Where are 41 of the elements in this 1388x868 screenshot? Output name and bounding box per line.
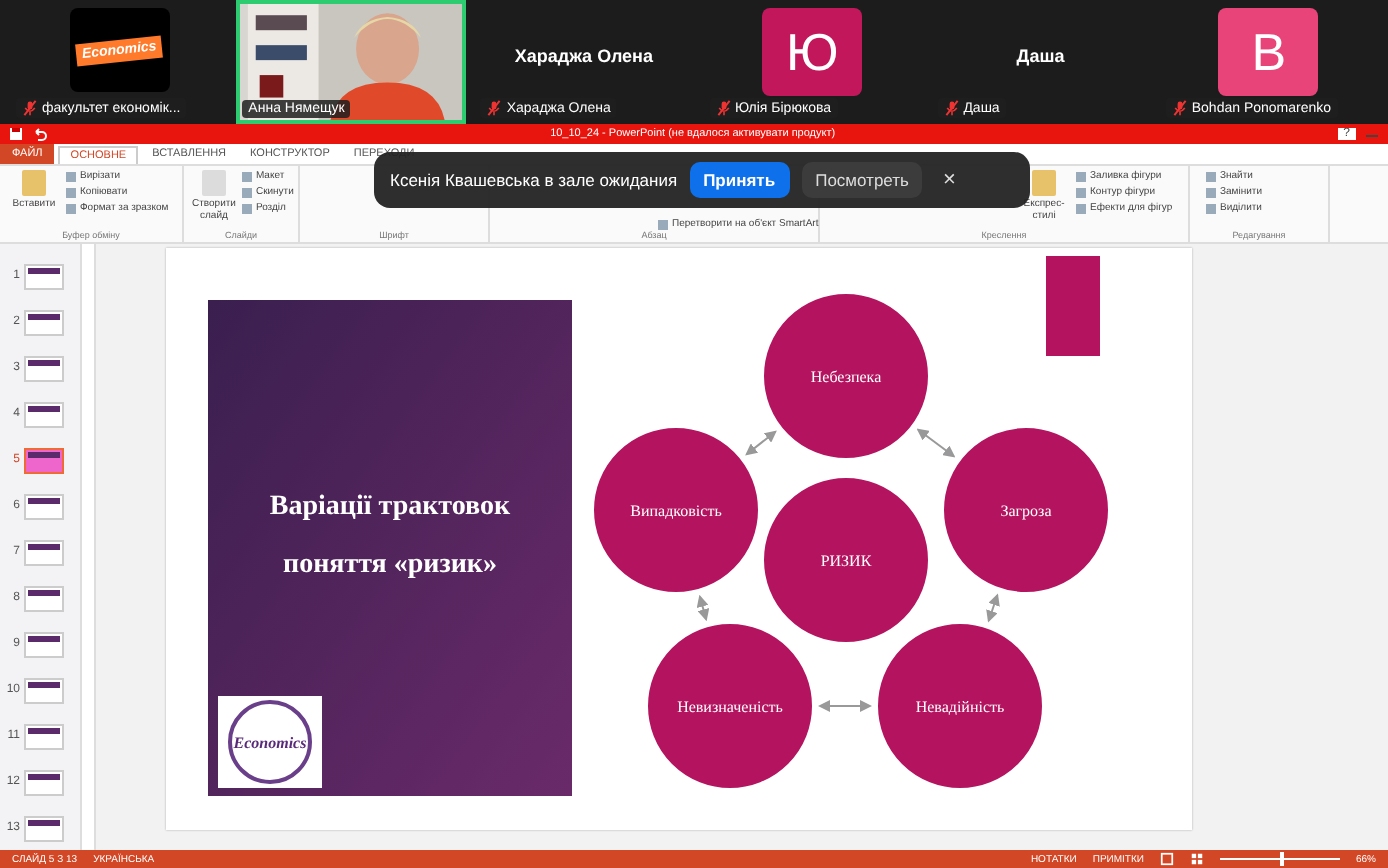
diagram-node: Невизначеність (643, 620, 815, 792)
undo-icon[interactable] (32, 126, 48, 142)
slide-thumbnail[interactable] (24, 631, 64, 657)
diagram-node: Невадійність (873, 620, 1045, 792)
arrow (744, 430, 776, 456)
diagram-node: Випадковість (589, 424, 761, 596)
scrollbar[interactable] (80, 244, 96, 850)
slide-thumbnail[interactable] (24, 493, 64, 519)
slide-thumbnail[interactable] (24, 585, 64, 611)
notification-message: Ксенія Квашевська в зале ожидания (390, 170, 678, 190)
accent-rectangle (1045, 256, 1099, 356)
slide-thumbnail[interactable] (24, 539, 64, 565)
slide-thumbnail[interactable] (24, 677, 64, 703)
slide-thumbnail[interactable] (24, 447, 64, 473)
normal-view-icon[interactable] (1159, 852, 1174, 866)
slide-thumbnail[interactable] (24, 815, 64, 841)
slide-thumbnail[interactable] (24, 723, 64, 749)
arrow (695, 594, 709, 622)
participant-name: Даша (1016, 46, 1065, 66)
arrow (817, 700, 871, 712)
slide-title: Варіації трактовок (268, 492, 510, 522)
diagram-node: РИЗИК (759, 474, 931, 646)
arrow (985, 593, 999, 623)
slide-thumbnail[interactable] (24, 263, 64, 289)
slide-thumbnail[interactable] (24, 401, 64, 427)
diagram-node: Загроза (939, 424, 1111, 596)
slide-thumbnail[interactable] (24, 769, 64, 795)
participant-name: Хараджа Олена (514, 46, 653, 66)
slide-thumbnail[interactable] (24, 309, 64, 335)
grid-view-icon[interactable] (1189, 852, 1204, 866)
diagram-node: Небезпека (759, 290, 931, 462)
avatar: Ю (762, 8, 863, 96)
arrow (915, 428, 955, 458)
close-button[interactable]: × (942, 168, 956, 192)
view-button[interactable]: Посмотреть (801, 162, 923, 198)
avatar: B (1218, 8, 1319, 96)
economics-logo: Economics (217, 696, 321, 788)
slide-title: поняття «ризик» (282, 550, 496, 580)
slide-thumbnail[interactable] (24, 355, 64, 381)
accept-button[interactable]: Принять (689, 162, 790, 198)
save-icon[interactable] (8, 126, 24, 142)
